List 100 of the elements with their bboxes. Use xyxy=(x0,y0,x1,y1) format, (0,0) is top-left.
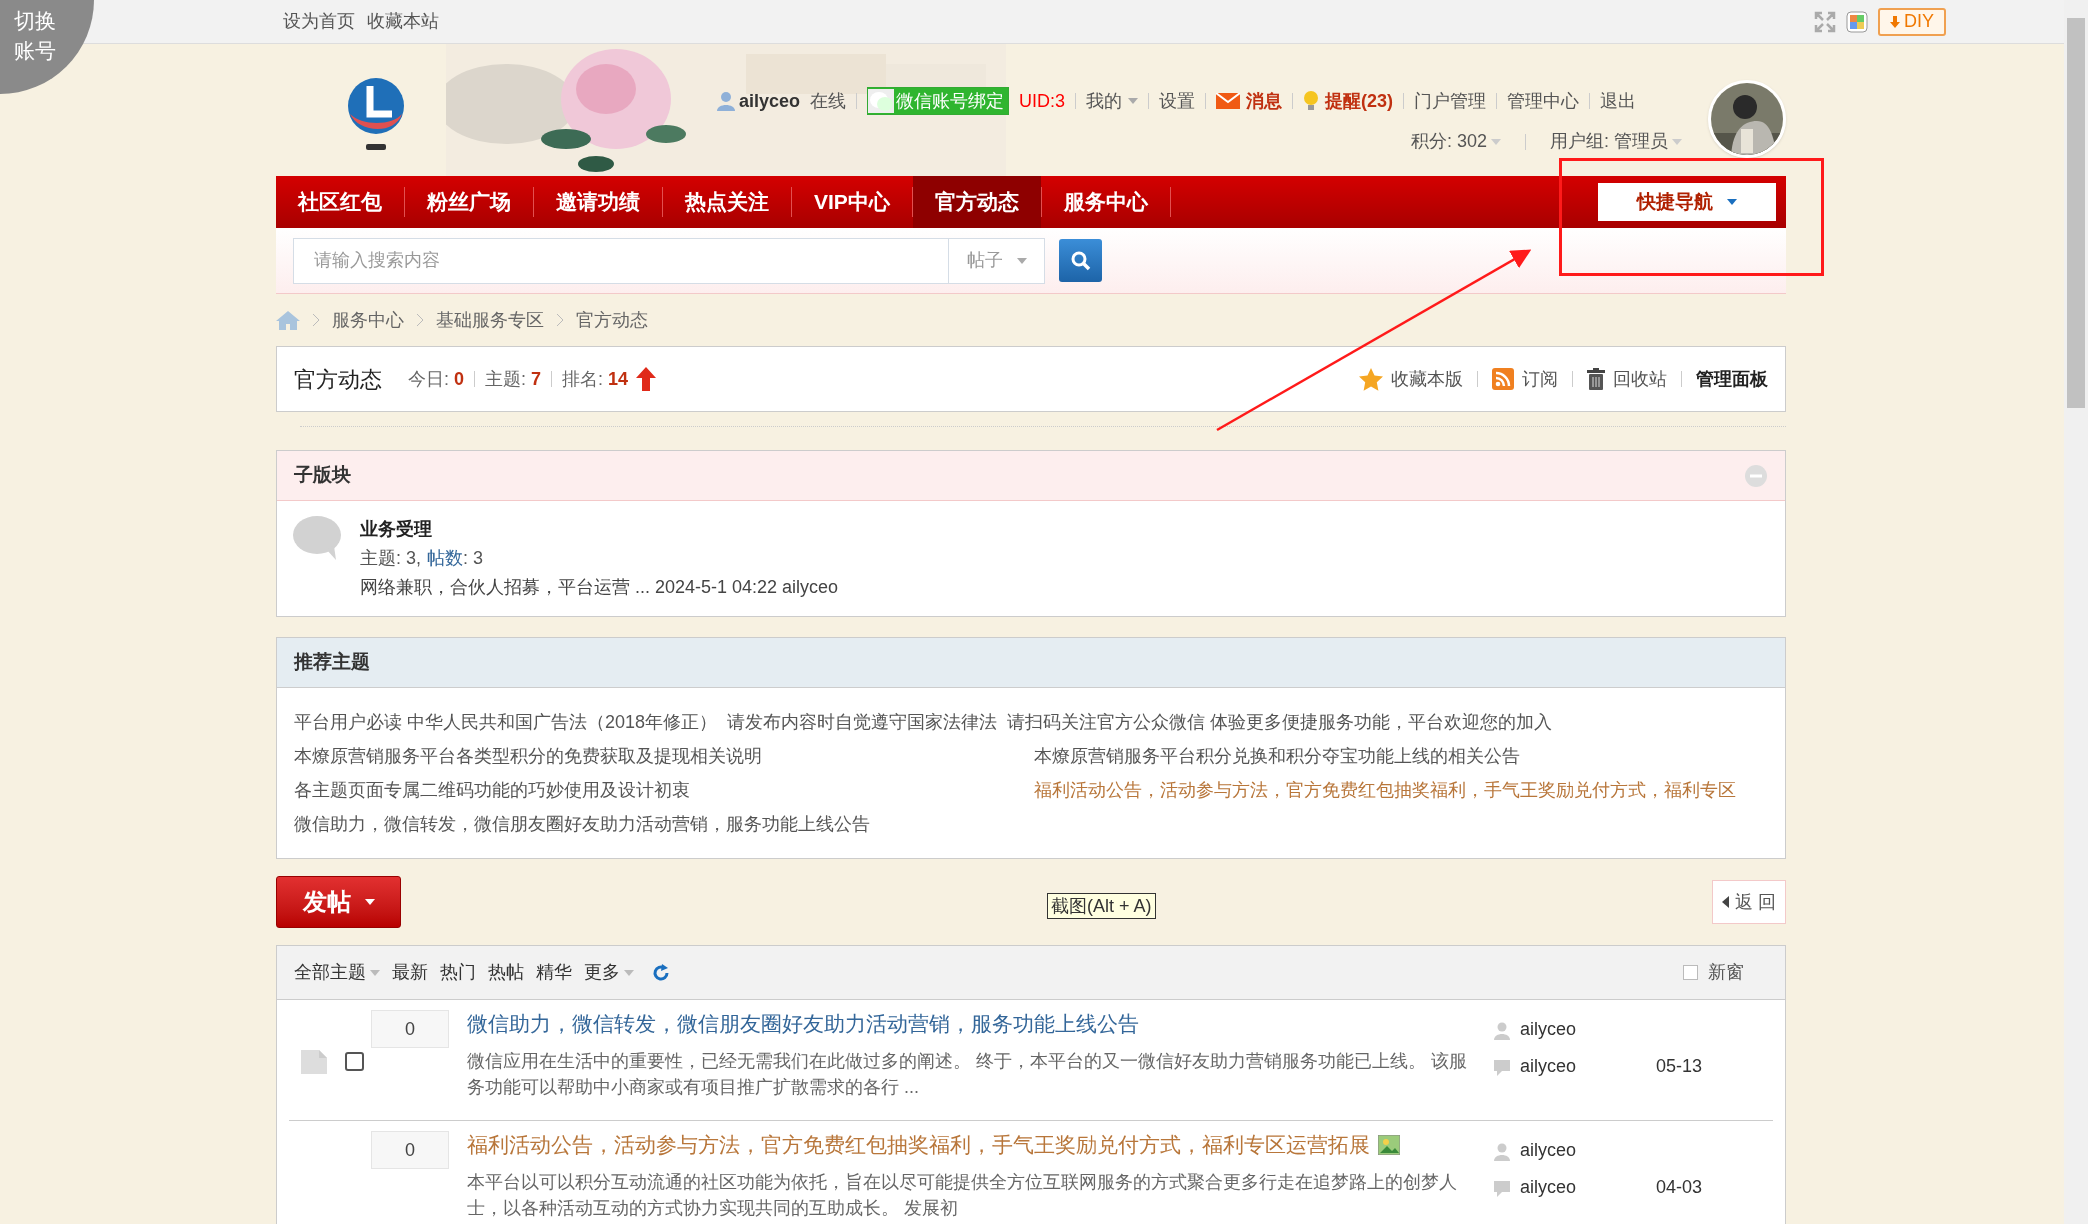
scrollbar[interactable] xyxy=(2064,0,2088,1224)
recommended-topic-link[interactable]: 请扫码关注官方公众微信 体验更多便捷服务功能，平台欢迎您的加入 xyxy=(1007,705,1553,739)
panel-title: 推荐主题 xyxy=(294,650,370,675)
comment-icon xyxy=(1494,1181,1510,1197)
caret-icon xyxy=(624,969,634,976)
username-link[interactable]: ailyceo xyxy=(738,87,800,115)
nav-tab[interactable]: 官方动态 xyxy=(912,176,1041,228)
caret-icon xyxy=(370,969,380,976)
recommended-topic-link[interactable]: 请发布内容时自觉遵守国家法律法 xyxy=(727,705,998,739)
points-menu[interactable]: 积分: 302 xyxy=(1410,128,1501,155)
recommended-topic-link[interactable]: 本燎原营销服务平台积分兑换和积分夺宝功能上线的相关公告 xyxy=(1034,739,1520,773)
recommended-topic-link[interactable]: 微信助力，微信转发，微信朋友圈好友助力活动营销，服务功能上线公告 xyxy=(294,807,870,841)
thread-checkbox[interactable] xyxy=(345,1052,364,1071)
caret-icon xyxy=(1727,199,1737,205)
manage-panel-link[interactable]: 管理面板 xyxy=(1696,365,1768,393)
user-group-menu[interactable]: 用户组: 管理员 xyxy=(1550,128,1682,155)
left-triangle-icon xyxy=(1722,896,1729,908)
last-poster-link[interactable]: ailyceo xyxy=(1520,1053,1577,1080)
nav-tab[interactable]: 邀请功绩 xyxy=(534,176,662,228)
thread-filter-link[interactable]: 最新 xyxy=(392,959,428,986)
search-button[interactable] xyxy=(1059,239,1102,282)
caret-icon xyxy=(1672,138,1682,145)
notifications-link[interactable]: 提醒(23) xyxy=(1303,87,1393,115)
forum-stat: 今日: 0 xyxy=(408,367,465,391)
nav-tab[interactable]: 社区红包 xyxy=(276,176,404,228)
reply-count: 0 xyxy=(371,1010,449,1048)
thread-date: 05-13 xyxy=(1656,1055,1703,1078)
thread-filter-link[interactable]: 热门 xyxy=(440,959,476,986)
user-menu-link[interactable]: 设置 xyxy=(1159,87,1195,115)
nav-tab[interactable]: 粉丝广场 xyxy=(405,176,533,228)
new-post-button[interactable]: 发帖 xyxy=(276,876,401,928)
forum-action-link[interactable]: 订阅 xyxy=(1492,365,1558,393)
breadcrumb-link[interactable]: 服务中心 xyxy=(332,306,404,334)
chevron-icon xyxy=(416,313,424,327)
panel-title: 子版块 xyxy=(294,463,351,488)
search-field[interactable]: 请输入搜索内容 xyxy=(293,237,949,284)
posts-link[interactable]: 帖数 xyxy=(427,544,463,573)
thread-filter-link[interactable]: 热帖 xyxy=(488,959,524,986)
avatar[interactable] xyxy=(1708,80,1786,158)
speech-bubble-icon xyxy=(292,515,342,561)
thread-excerpt: 微信应用在生活中的重要性，已经无需我们在此做过多的阐述。 终于，本平台的又一微信好友助力营销服务功能已上线。 该服务功能可以帮助中小商家或有项目推广扩散需求的各行 ... xyxy=(467,1050,1468,1099)
search-icon xyxy=(1070,250,1091,271)
breadcrumb-link[interactable]: 官方动态 xyxy=(576,306,648,334)
top-link[interactable]: 收藏本站 xyxy=(367,8,439,35)
download-arrow-icon xyxy=(1890,15,1900,28)
user-icon xyxy=(716,91,735,111)
forum-action-link[interactable]: 收藏本版 xyxy=(1359,365,1463,393)
quick-nav-button[interactable]: 快捷导航 xyxy=(1598,183,1776,221)
nav-tab[interactable]: VIP中心 xyxy=(792,176,912,228)
fullscreen-icon xyxy=(1814,10,1836,33)
star-icon xyxy=(1359,367,1383,391)
thread-excerpt: 本平台以可以积分互动流通的社区功能为依托，旨在以尽可能提供全方位互联网服务的方式聚合更多行走在追梦路上的创梦人士，以各种活动互动的方式协力实现共同的互助成长。 发展初 xyxy=(467,1171,1458,1220)
online-status: 在线 xyxy=(809,89,846,113)
scrollbar-thumb[interactable] xyxy=(2067,18,2085,408)
messages-link[interactable]: 消息 xyxy=(1216,87,1282,115)
recommended-topic-link[interactable]: 福利活动公告，活动参与方法，官方免费红包抽奖福利，手气王奖励兑付方式，福利专区 xyxy=(1034,773,1736,807)
subforum-stats: 主题: 3, xyxy=(360,547,421,570)
caret-icon xyxy=(1016,257,1027,264)
user-menu-link[interactable]: 门户管理 xyxy=(1414,87,1486,115)
nav-tab[interactable]: 热点关注 xyxy=(663,176,791,228)
my-menu[interactable]: 我的 xyxy=(1086,87,1138,115)
thread-filter-link[interactable]: 更多 xyxy=(584,959,634,986)
new-window-checkbox[interactable]: 新窗 xyxy=(1683,959,1744,986)
chevron-icon xyxy=(556,313,564,327)
wechat-icon xyxy=(867,89,894,113)
last-poster-link[interactable]: ailyceo xyxy=(1520,1174,1577,1201)
screenshot-tooltip: 截图(Alt + A) xyxy=(1047,893,1156,919)
image-icon xyxy=(1378,1134,1400,1155)
recommended-topic-link[interactable]: 各主题页面专属二维码功能的巧妙使用及设计初衷 xyxy=(294,773,690,807)
last-post-link[interactable]: 网络兼职，合伙人招募，平台运营 ... 2024-5-1 04:22 ailyceo xyxy=(360,573,839,602)
recommended-topic-link[interactable]: 本燎原营销服务平台各类型积分的免费获取及提现相关说明 xyxy=(294,739,762,773)
top-link[interactable]: 设为首页 xyxy=(283,8,355,35)
thread-title-link[interactable]: 福利活动公告，活动参与方法，官方免费红包抽奖福利，手气王奖励兑付方式，福利专区运营拓展 xyxy=(467,1129,1370,1161)
reply-count: 0 xyxy=(371,1131,449,1169)
thread-filter-link[interactable]: 精华 xyxy=(536,959,572,986)
thread-filter-link[interactable]: 全部主题 xyxy=(294,959,380,986)
user-menu-link[interactable]: 管理中心 xyxy=(1507,87,1579,115)
recommended-topic-link[interactable]: 平台用户必读 中华人民共和国广告法（2018年修正） xyxy=(294,705,718,739)
thread-row[interactable]: 0 微信助力，微信转发，微信朋友圈好友助力活动营销，服务功能上线公告 微信应用在生活中的重要性，已经无需我们在此做过多的阐述。 终于，本平台的又一微信好友助力营销服务功能已上线。 该服务功能可以帮助中小商家或有项目推广扩散需求的各行 ... ailyceo ailyceo 05-13 xyxy=(289,1000,1773,1121)
author-link[interactable]: ailyceo xyxy=(1520,1137,1577,1164)
palette-icon xyxy=(1846,10,1868,33)
thread-title-link[interactable]: 微信助力，微信转发，微信朋友圈好友助力活动营销，服务功能上线公告 xyxy=(467,1008,1139,1040)
breadcrumb-link[interactable]: 基础服务专区 xyxy=(436,306,544,334)
author-link[interactable]: ailyceo xyxy=(1520,1016,1577,1043)
rss-icon xyxy=(1492,368,1514,390)
forum-action-link[interactable]: 回收站 xyxy=(1587,365,1667,393)
back-button[interactable]: 返 回 xyxy=(1712,880,1786,924)
caret-icon xyxy=(1491,138,1501,145)
nav-tab[interactable]: 服务中心 xyxy=(1041,176,1170,228)
subforum-name[interactable]: 业务受理 xyxy=(360,515,839,544)
envelope-icon xyxy=(1216,93,1240,109)
forum-stat: 排名: 14 xyxy=(562,367,629,391)
chevron-icon xyxy=(312,313,320,327)
caret-icon xyxy=(1128,98,1138,104)
user-menu-link[interactable]: 退出 xyxy=(1600,87,1636,115)
trash-icon xyxy=(1587,368,1605,390)
home-icon xyxy=(276,310,300,330)
thread-row[interactable]: 0 福利活动公告，活动参与方法，官方免费红包抽奖福利，手气王奖励兑付方式，福利专区运营拓展 本平台以可以积分互动流通的社区功能为依托，旨在以尽可能提供全方位互联网服务的方式聚合更多行走在追梦路上的创梦人士，以各种活动互动的方式协力实现共同的互助成长。 发展初 ailyceo ailyceo 04-03 xyxy=(289,1121,1773,1224)
lightbulb-icon xyxy=(1303,91,1319,111)
refresh-icon xyxy=(652,963,670,982)
